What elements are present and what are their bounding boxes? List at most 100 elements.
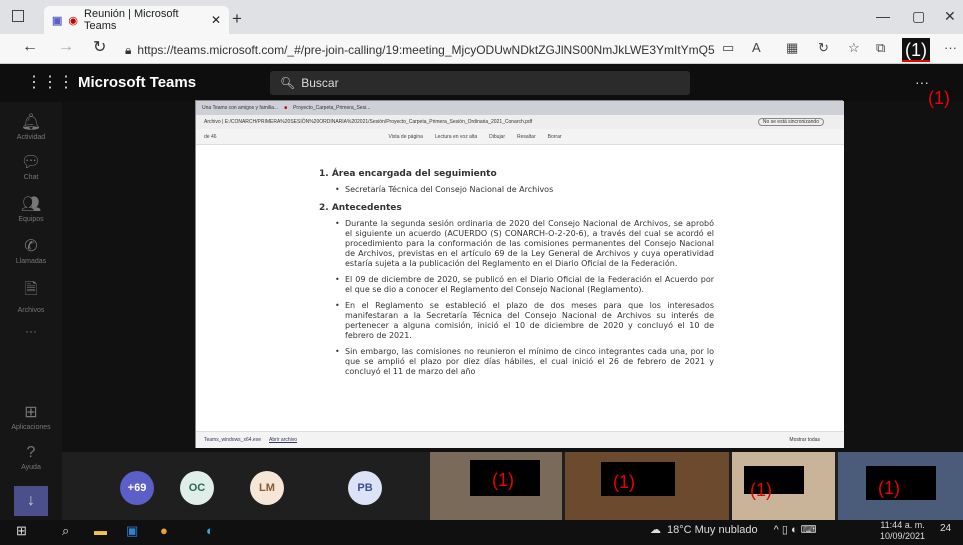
avatar[interactable]: LM	[250, 471, 284, 505]
search-taskbar-icon[interactable]: ⌕	[62, 523, 69, 539]
download-file-name: Teams_windows_x64.exe	[204, 437, 261, 443]
rail-label: Ayuda	[21, 464, 41, 471]
pdf-toolbar: de 46 Vista de página Lectura en voz alt…	[196, 129, 844, 145]
show-all-button: Mostrar todas	[789, 437, 820, 443]
chat-icon: 💬︎	[20, 154, 42, 171]
section-1-bullet: Secretaría Técnica del Consejo Nacional …	[331, 185, 714, 195]
pdf-icon: ■	[284, 105, 288, 111]
rail-label: Equipos	[18, 216, 44, 223]
download-open-link: Abrir archivo	[268, 437, 298, 443]
rail-item-chat[interactable]: 💬︎ Chat	[0, 152, 62, 181]
redacted-profile[interactable]: (1)	[902, 38, 930, 62]
shared-screen: Una Teams con amigos y familia... ■ Proy…	[195, 100, 844, 448]
teams-brand: Microsoft Teams	[78, 74, 197, 91]
start-icon[interactable]: ⊞	[16, 523, 27, 539]
video-label: (1)	[878, 478, 900, 498]
downloads-bar: Teams_windows_x64.exe Abrir archivo Most…	[196, 431, 844, 448]
pdf-erase: Borrar	[547, 133, 562, 140]
pdf-view-button: Vista de página	[388, 133, 423, 140]
collections-icon[interactable]: ⧉	[876, 40, 885, 56]
shared-address-bar: Archivo | E:/CONARCH/PRIMERA%20SESIÓN%20…	[196, 115, 844, 129]
tab-close-button[interactable]: ✕	[211, 13, 221, 27]
avatar[interactable]: PB	[348, 471, 382, 505]
address-bar[interactable]: 🔒︎ https://teams.microsoft.com/_#/pre-jo…	[125, 40, 715, 60]
tab-title: Reunión | Microsoft Teams	[84, 8, 179, 32]
redaction-box	[866, 466, 936, 500]
apps-icon: ⊞	[24, 404, 38, 421]
workspace-icon[interactable]	[12, 10, 24, 22]
participant-video[interactable]: (1)	[838, 452, 963, 520]
shared-tab-1: Una Teams con amigos y familia...	[202, 105, 279, 111]
antecedente-bullet: Sin embargo, las comisiones no reunieron…	[331, 347, 714, 377]
tray-icons: ^ ▯ ◐ ⌨	[773, 524, 817, 536]
section-heading-2: 2. Antecedentes	[319, 203, 402, 213]
search-icon: 🔍︎	[280, 76, 296, 90]
download-icon[interactable]: ↓	[14, 486, 48, 516]
avatar[interactable]: OC	[180, 471, 214, 505]
file-icon: 🗎	[24, 281, 38, 298]
edge-icon[interactable]: ◐	[206, 523, 214, 538]
favorites-icon[interactable]: ☆	[848, 40, 860, 56]
sync-badge: No se está sincronizando	[757, 118, 824, 126]
rail-label: Archivos	[17, 307, 45, 314]
reading-view-icon[interactable]: A	[752, 40, 761, 55]
pdf-draw: Dibujar	[489, 133, 505, 140]
participant-video[interactable]: (1)	[732, 452, 835, 520]
rail-item-calls[interactable]: ✆ Llamadas	[0, 236, 62, 265]
url-text: https://teams.microsoft.com/_#/pre-join-…	[137, 43, 715, 57]
overflow-participants[interactable]: +69	[120, 471, 154, 505]
teams-more-button[interactable]: ···	[915, 74, 929, 90]
antecedente-bullet: En el Reglamento se estableció el plazo …	[331, 301, 714, 341]
antecedente-bullet: Durante la segunda sesión ordinaria de 2…	[331, 219, 714, 269]
video-label: (1)	[613, 472, 635, 492]
browser-tab[interactable]: ▣ ◉ Reunión | Microsoft Teams ✕	[44, 6, 229, 34]
new-tab-button[interactable]: +	[232, 9, 242, 29]
file-explorer-icon[interactable]: ▬	[94, 523, 107, 538]
rail-item-apps[interactable]: ⊞ Aplicaciones	[0, 402, 62, 431]
video-label: (1)	[492, 470, 514, 490]
close-window-button[interactable]: ✕	[944, 8, 956, 25]
pdf-highlight: Resaltar	[517, 133, 536, 140]
participant-video[interactable]: (1)	[565, 452, 729, 520]
search-input[interactable]: 🔍︎ Buscar	[270, 71, 690, 95]
shared-browser-tabs: Una Teams con amigos y familia... ■ Proy…	[196, 101, 844, 115]
windows-taskbar	[0, 520, 963, 545]
cloud-icon: ☁	[650, 524, 661, 536]
weather-text: 18°C Muy nublado	[667, 523, 758, 536]
forward-icon[interactable]: →	[58, 38, 74, 56]
rail-item-more[interactable]: ···	[0, 324, 62, 338]
sync-icon[interactable]: ↻	[818, 40, 829, 56]
pdf-content: 1. Área encargada del seguimiento Secret…	[319, 165, 714, 377]
rail-label: Actividad	[16, 134, 46, 141]
back-icon[interactable]: ←	[22, 38, 38, 56]
minimize-button[interactable]: —	[876, 8, 890, 24]
participant-video[interactable]: (1)	[430, 452, 562, 520]
taskbar-clock[interactable]: 11:44 a. m. 10/09/2021	[880, 520, 925, 542]
recording-icon: ◉	[68, 14, 79, 27]
bell-icon: 🔔︎	[20, 114, 42, 131]
pdf-page-count: de 46	[204, 133, 217, 140]
browser-menu-button[interactable]: ···	[944, 40, 957, 55]
shared-url: Archivo | E:/CONARCH/PRIMERA%20SESIÓN%20…	[204, 119, 533, 125]
app-launcher-icon[interactable]: ⋮⋮⋮	[26, 72, 74, 92]
clock-time: 11:44 a. m.	[880, 520, 925, 530]
rail-item-activity[interactable]: 🔔︎ Actividad	[0, 112, 62, 141]
weather-widget[interactable]: ☁ 18°C Muy nublado ^ ▯ ◐ ⌨	[650, 523, 817, 537]
extension-icon[interactable]: ▦	[786, 40, 798, 56]
search-placeholder: Buscar	[301, 76, 339, 90]
shared-tab-2: Proyecto_Carpeta_Primera_Sesi...	[293, 105, 371, 111]
maximize-button[interactable]: ▢	[912, 8, 925, 25]
phone-icon: ✆	[24, 238, 38, 255]
video-label: (1)	[750, 480, 772, 500]
outlook-icon[interactable]: ▣	[126, 523, 138, 539]
rail-item-teams[interactable]: 👥︎ Equipos	[0, 194, 62, 223]
chrome-icon[interactable]: ●	[160, 523, 168, 538]
rail-item-files[interactable]: 🗎 Archivos	[0, 278, 62, 314]
app-available-icon[interactable]: ▭	[722, 40, 734, 56]
refresh-icon[interactable]: ↻	[93, 37, 106, 57]
antecedente-bullet: El 09 de diciembre de 2020, se publicó e…	[331, 275, 714, 295]
teams-favicon-icon: ▣	[52, 14, 63, 27]
notification-badge[interactable]: 24	[940, 523, 951, 534]
pdf-document: 1. Área encargada del seguimiento Secret…	[196, 145, 844, 431]
rail-item-help[interactable]: ? Ayuda	[0, 444, 62, 471]
